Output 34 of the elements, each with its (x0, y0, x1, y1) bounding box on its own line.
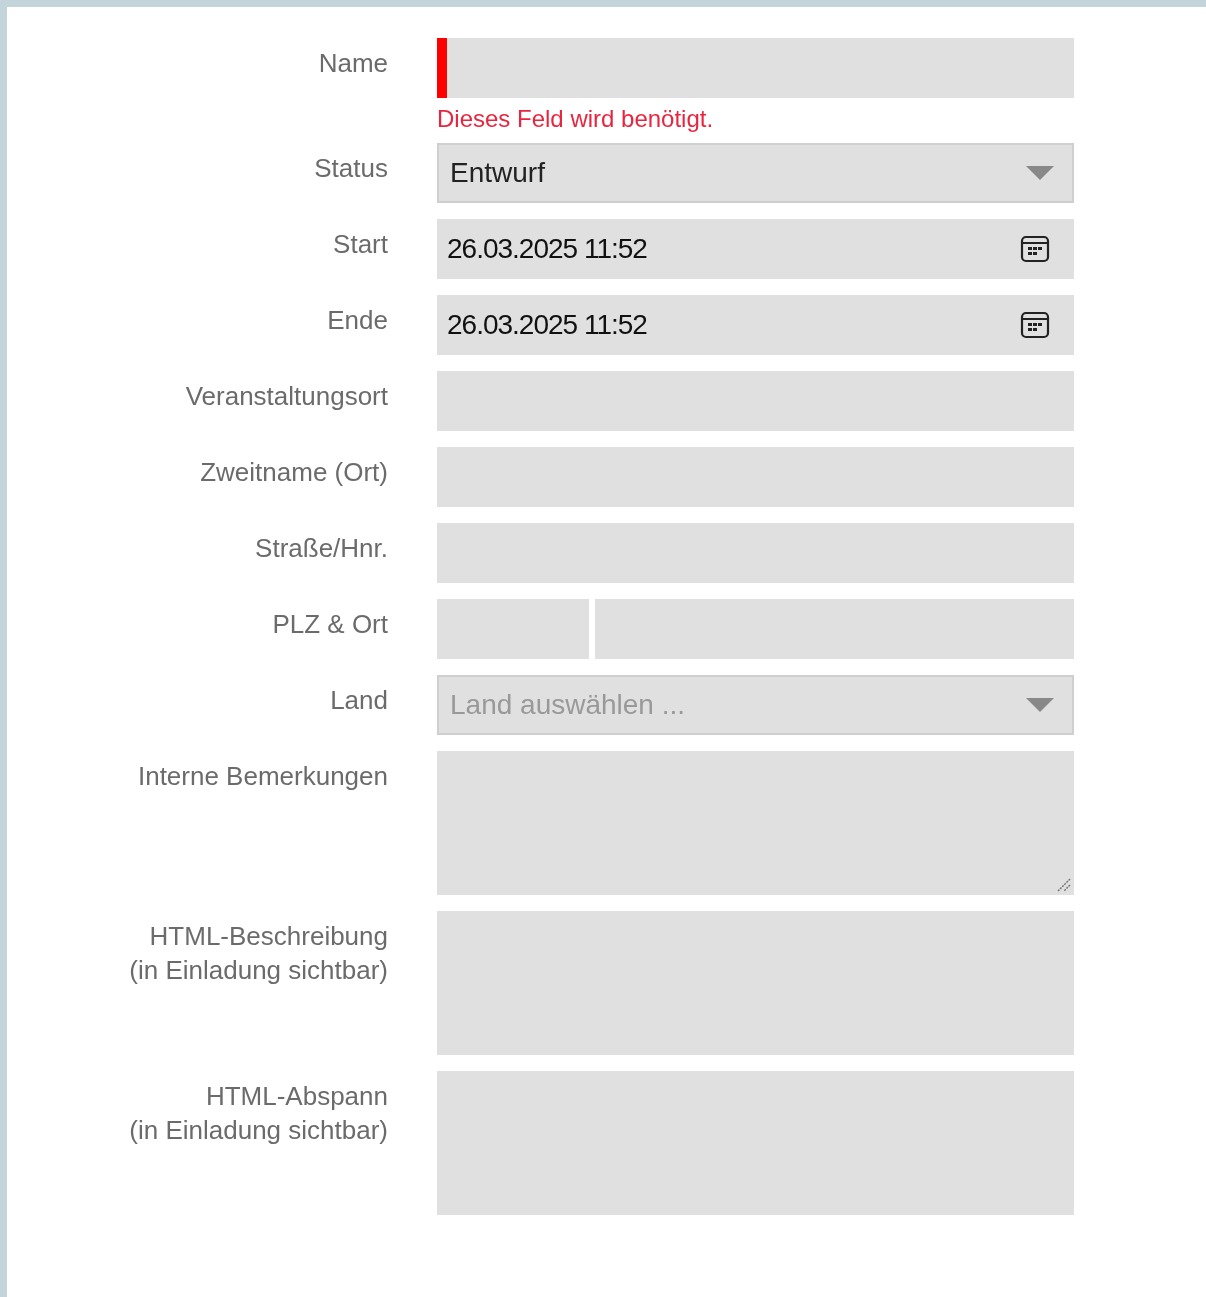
field-label: Name (317, 47, 388, 80)
date-input-field[interactable]: 26.03.2025 11:52 (437, 219, 1074, 279)
error-message: Dieses Feld wird benötigt. (437, 104, 715, 133)
resize-grip-icon[interactable] (1057, 878, 1071, 892)
postcode-input-field[interactable] (437, 599, 589, 659)
field-label: Interne Bemerkungen (136, 760, 388, 793)
field-label: PLZ & Ort (271, 608, 388, 641)
field-label: Land (329, 684, 388, 717)
date-value: 26.03.2025 11:52 (447, 232, 647, 266)
select-value: Entwurf (450, 156, 545, 190)
calendar-icon[interactable] (1020, 234, 1050, 264)
text-input-field[interactable] (437, 523, 1074, 583)
field-label: Ende (326, 304, 388, 337)
text-input-field[interactable] (437, 38, 1074, 98)
date-value: 26.03.2025 11:52 (447, 308, 647, 342)
select-placeholder: Land auswählen ... (450, 688, 686, 722)
date-input-field[interactable]: 26.03.2025 11:52 (437, 295, 1074, 355)
field-label: Zweitname (Ort) (199, 456, 388, 489)
caret-icon (1026, 698, 1054, 712)
select-field[interactable]: Entwurf (437, 143, 1074, 203)
field-label: Veranstaltungsort (184, 380, 388, 413)
field-label: Straße/Hnr. (254, 532, 388, 565)
caret-icon (1026, 166, 1054, 180)
field-label: Start (332, 228, 388, 261)
text-input-field[interactable] (437, 371, 1074, 431)
city-input-field[interactable] (595, 599, 1074, 659)
textarea-field[interactable] (437, 1071, 1074, 1215)
textarea-field[interactable] (437, 751, 1074, 895)
textarea-field[interactable] (437, 911, 1074, 1055)
field-label: Status (313, 152, 388, 185)
calendar-icon[interactable] (1020, 310, 1050, 340)
field-label: HTML-Beschreibung (in Einladung sichtbar) (128, 920, 388, 987)
field-label: HTML-Abspann (in Einladung sichtbar) (128, 1080, 388, 1147)
text-input-field[interactable] (437, 447, 1074, 507)
